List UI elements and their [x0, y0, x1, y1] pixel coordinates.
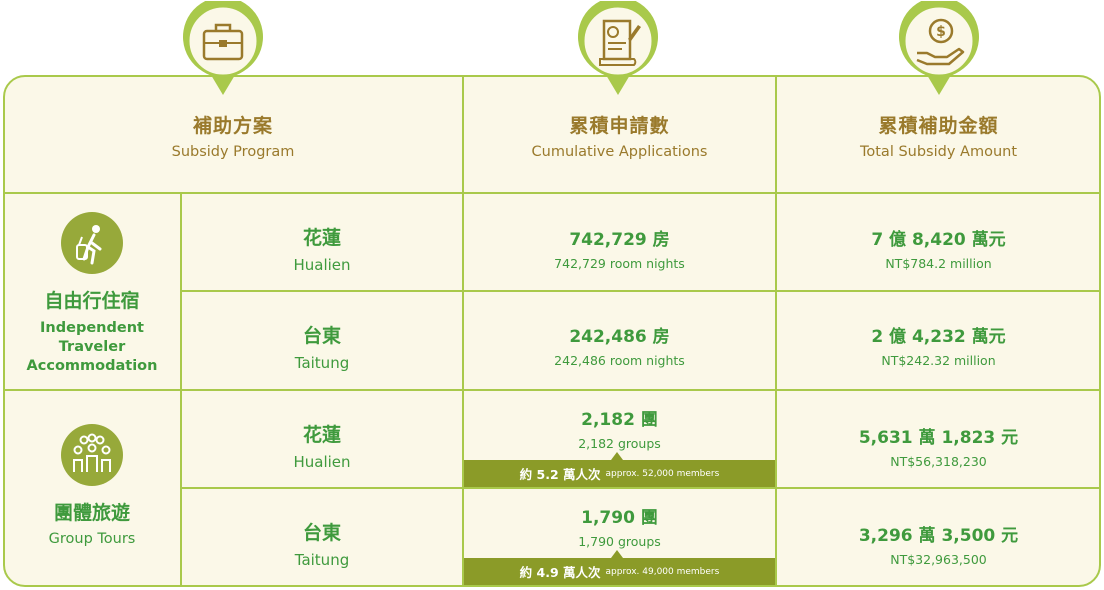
band-main: 約 5.2 萬人次: [519, 467, 601, 482]
table-row-city: 花蓮 Hualien: [182, 223, 462, 274]
amount-subvalue: NT$784.2 million: [885, 256, 992, 271]
header-program: 補助方案 Subsidy Program: [4, 111, 462, 160]
divider: [4, 192, 1100, 194]
divider: [4, 389, 1100, 391]
amount-value: 7 億 8,420 萬元: [871, 230, 1006, 250]
money-hand-icon: $: [897, 0, 981, 97]
category-independent-en-line2: Traveler: [58, 339, 126, 355]
header-applications-zh: 累積申請數: [569, 115, 670, 137]
divider: [181, 290, 1100, 292]
header-program-zh: 補助方案: [192, 115, 273, 137]
category-independent: 自由行住宿 Independent Traveler Accommodation: [4, 212, 180, 376]
applications-cell: 2,182 團 2,182 groups: [464, 405, 775, 451]
header-applications: 累積申請數 Cumulative Applications: [464, 111, 775, 160]
amount-value: 5,631 萬 1,823 元: [858, 428, 1019, 448]
amount-subvalue: NT$32,963,500: [890, 552, 987, 567]
traveler-icon: [61, 212, 123, 274]
band-pointer: [611, 550, 623, 558]
amount-cell: 3,296 萬 3,500 元 NT$32,963,500: [777, 521, 1100, 567]
applications-value: 1,790 團: [581, 508, 658, 528]
applications-cell: 742,729 房 742,729 room nights: [464, 225, 775, 271]
header-amount-en: Total Subsidy Amount: [859, 144, 1018, 160]
city-zh: 花蓮: [302, 424, 341, 446]
divider: [181, 487, 1100, 489]
amount-subvalue: NT$242.32 million: [881, 353, 996, 368]
category-group-zh: 團體旅遊: [53, 502, 130, 524]
band-small: approx. 52,000 members: [605, 468, 720, 479]
band-main: 約 4.9 萬人次: [519, 565, 601, 580]
amount-value: 2 億 4,232 萬元: [871, 327, 1006, 347]
amount-cell: 7 億 8,420 萬元 NT$784.2 million: [777, 225, 1100, 271]
band-small: approx. 49,000 members: [605, 566, 720, 577]
applications-subvalue: 742,729 room nights: [554, 256, 685, 271]
category-group-en: Group Tours: [48, 531, 136, 547]
category-independent-en-line1: Independent: [40, 320, 144, 336]
city-en: Taitung: [294, 551, 350, 569]
city-zh: 花蓮: [302, 227, 341, 249]
members-band: 約 4.9 萬人次 approx. 49,000 members: [464, 558, 775, 585]
city-en: Hualien: [293, 256, 351, 274]
amount-cell: 2 億 4,232 萬元 NT$242.32 million: [777, 322, 1100, 368]
amount-value: 3,296 萬 3,500 元: [858, 526, 1019, 546]
document-sign-icon: [576, 0, 660, 97]
band-pointer: [611, 452, 623, 460]
category-group: 團體旅遊 Group Tours: [4, 424, 180, 547]
category-independent-en-line3: Accommodation: [26, 358, 158, 374]
members-band: 約 5.2 萬人次 approx. 52,000 members: [464, 460, 775, 487]
table-row-city: 台東 Taitung: [182, 321, 462, 372]
applications-subvalue: 1,790 groups: [578, 534, 661, 549]
applications-cell: 1,790 團 1,790 groups: [464, 503, 775, 549]
category-independent-zh: 自由行住宿: [44, 290, 140, 312]
header-program-en: Subsidy Program: [171, 144, 295, 160]
table-row-city: 台東 Taitung: [182, 518, 462, 569]
header-amount: 累積補助金額 Total Subsidy Amount: [777, 111, 1100, 160]
city-zh: 台東: [302, 522, 341, 544]
svg-text:$: $: [936, 24, 946, 40]
header-applications-en: Cumulative Applications: [531, 144, 708, 160]
header-amount-zh: 累積補助金額: [878, 115, 999, 137]
group-people-icon: [61, 424, 123, 486]
amount-cell: 5,631 萬 1,823 元 NT$56,318,230: [777, 423, 1100, 469]
applications-value: 242,486 房: [569, 327, 670, 347]
applications-value: 742,729 房: [569, 230, 670, 250]
amount-subvalue: NT$56,318,230: [890, 454, 987, 469]
applications-cell: 242,486 房 242,486 room nights: [464, 322, 775, 368]
applications-value: 2,182 團: [581, 410, 658, 430]
luggage-icon: [181, 0, 265, 97]
city-en: Taitung: [294, 354, 350, 372]
table-row-city: 花蓮 Hualien: [182, 420, 462, 471]
applications-subvalue: 2,182 groups: [578, 436, 661, 451]
city-en: Hualien: [293, 453, 351, 471]
city-zh: 台東: [302, 325, 341, 347]
applications-subvalue: 242,486 room nights: [554, 353, 685, 368]
